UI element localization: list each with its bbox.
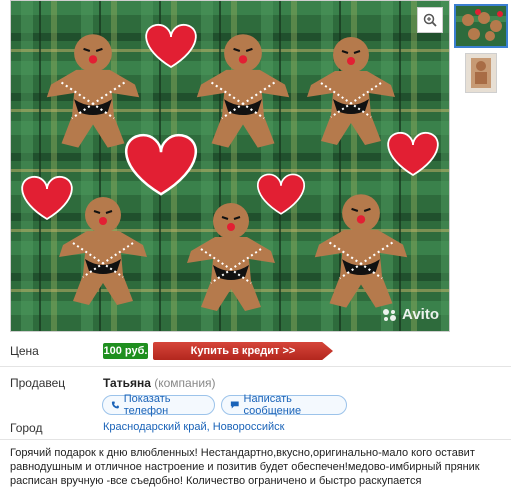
thumbnail-image — [456, 6, 506, 46]
main-photo[interactable]: Avito — [10, 0, 450, 332]
city-label: Город — [10, 421, 43, 435]
thumbnail-1[interactable] — [454, 4, 508, 48]
thumbnail-image — [466, 54, 496, 92]
city-link[interactable]: Краснодарский край, Новороссийск — [103, 421, 284, 433]
divider — [0, 439, 511, 440]
avito-watermark: Avito — [382, 306, 439, 323]
seller-name[interactable]: Татьяна — [103, 376, 151, 390]
chat-icon — [230, 401, 239, 409]
show-phone-label: Показать телефон — [123, 393, 171, 417]
item-description: Горячий подарок к дню влюбленных! Нестан… — [10, 447, 480, 487]
zoom-button[interactable] — [417, 7, 443, 33]
avito-logo-icon — [383, 308, 397, 321]
gingerbread-photo — [11, 1, 449, 331]
watermark-text: Avito — [402, 306, 439, 323]
seller-info: Татьяна (компания) — [103, 376, 216, 390]
phone-icon — [111, 401, 119, 409]
seller-type: (компания) — [154, 376, 216, 390]
seller-label: Продавец — [10, 376, 66, 390]
write-message-label: Написать сообщение — [243, 393, 302, 417]
buy-on-credit-button[interactable]: Купить в кредит >> — [153, 342, 333, 360]
write-message-button[interactable]: Написать сообщение — [221, 393, 347, 417]
show-phone-button[interactable]: Показать телефон — [102, 393, 215, 417]
divider — [0, 366, 511, 367]
price-badge: 100 руб. — [103, 343, 148, 359]
price-label: Цена — [10, 344, 39, 358]
magnifier-plus-icon — [423, 13, 437, 27]
thumbnail-2[interactable] — [465, 53, 497, 93]
